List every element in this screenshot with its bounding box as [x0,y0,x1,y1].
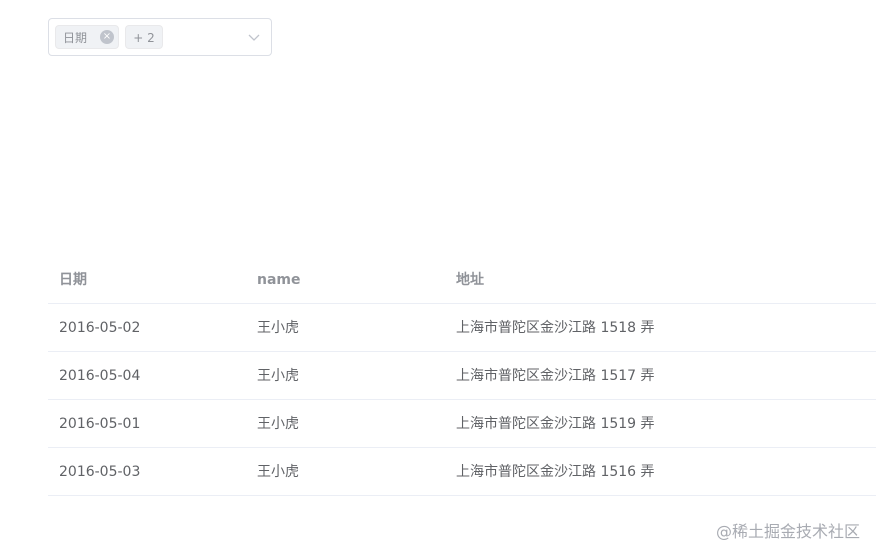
cell-date: 2016-05-03 [59,464,141,480]
cell-address: 上海市普陀区金沙江路 1518 弄 [456,320,655,336]
header-address[interactable]: 地址 [456,256,484,304]
cell-date: 2016-05-01 [59,416,141,432]
chevron-down-icon[interactable] [247,31,261,43]
cell-address: 上海市普陀区金沙江路 1519 弄 [456,416,655,432]
header-date[interactable]: 日期 [59,256,87,304]
tag-label: 日期 [63,31,88,45]
table-row[interactable]: 2016-05-01 王小虎 上海市普陀区金沙江路 1519 弄 [48,400,876,448]
cell-address: 上海市普陀区金沙江路 1516 弄 [456,464,655,480]
watermark: @稀土掘金技术社区 [715,522,860,541]
table-row[interactable]: 2016-05-02 王小虎 上海市普陀区金沙江路 1518 弄 [48,304,876,352]
table-header: 日期 name 地址 [48,256,876,304]
cell-name: 王小虎 [257,464,299,480]
table-row[interactable]: 2016-05-04 王小虎 上海市普陀区金沙江路 1517 弄 [48,352,876,400]
cell-name: 王小虎 [257,416,299,432]
cell-address: 上海市普陀区金沙江路 1517 弄 [456,368,655,384]
close-icon[interactable]: × [100,30,114,44]
column-select[interactable]: 日期 × + 2 [48,18,272,56]
cell-date: 2016-05-02 [59,320,141,336]
cell-name: 王小虎 [257,320,299,336]
data-table: 日期 name 地址 2016-05-02 王小虎 上海市普陀区金沙江路 151… [48,256,876,496]
cell-name: 王小虎 [257,368,299,384]
table-row[interactable]: 2016-05-03 王小虎 上海市普陀区金沙江路 1516 弄 [48,448,876,496]
selected-tag-date: 日期 × [55,25,119,49]
header-name[interactable]: name [257,256,301,304]
collapsed-tags-count: + 2 [125,25,163,49]
cell-date: 2016-05-04 [59,368,141,384]
